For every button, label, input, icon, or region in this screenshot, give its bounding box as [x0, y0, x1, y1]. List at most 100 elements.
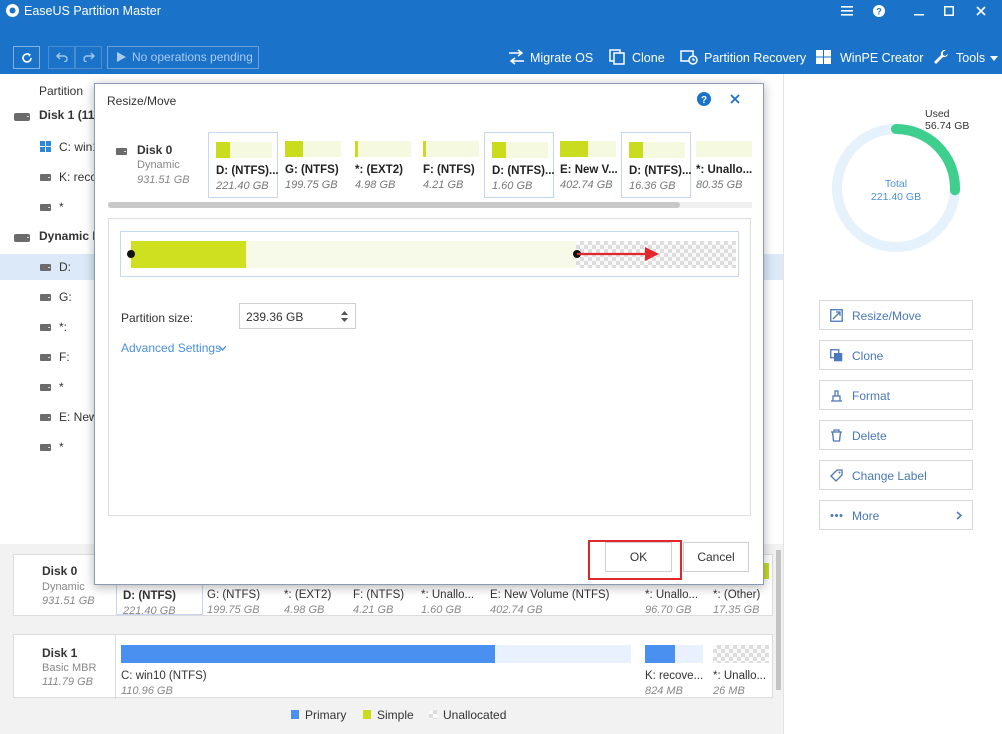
resize-slider-frame[interactable]: [120, 231, 739, 277]
tree-item-label: *: [59, 440, 64, 454]
partition-usage-fill: [423, 141, 426, 157]
resize-move-label: Resize/Move: [852, 309, 922, 323]
partition-usage-fill: [216, 142, 230, 158]
dialog-hscroll-thumb[interactable]: [108, 202, 680, 208]
resize-move-button[interactable]: Resize/Move: [819, 300, 973, 330]
undo-button[interactable]: [48, 46, 75, 69]
partition-label: D: (NTFS)...: [216, 165, 279, 177]
segment-label: F: (NTFS): [353, 589, 405, 601]
dialog-partition-card[interactable]: E: New V... 402.74 GB: [553, 132, 623, 198]
segment-label: E: New Volume (NTFS): [490, 589, 610, 601]
dialog-hscroll-track[interactable]: [108, 202, 752, 208]
partition-usage-bar: [629, 142, 685, 158]
partition-label: G: (NTFS): [285, 164, 339, 176]
trash-icon: [831, 429, 842, 442]
resize-move-dialog: Resize/Move ? Disk 0 Dynamic 931.51 GB D…: [94, 83, 764, 585]
winpe-creator-button[interactable]: WinPE Creator: [815, 48, 923, 68]
segment-size: 110.96 GB: [121, 685, 173, 697]
tree-item-label: K: reco: [59, 170, 98, 184]
partition-label: E: New V...: [560, 164, 618, 176]
ok-button[interactable]: OK: [605, 542, 672, 572]
used-label: Used: [925, 108, 950, 120]
minimize-icon[interactable]: [904, 0, 934, 22]
partition-size: 1.60 GB: [492, 180, 533, 192]
disk-map-segment[interactable]: [121, 645, 631, 663]
partition-usage-bar: [696, 141, 752, 157]
dialog-partition-card[interactable]: F: (NTFS) 4.21 GB: [416, 132, 486, 198]
segment-size: 1.60 GB: [421, 604, 462, 616]
dialog-partition-card[interactable]: *: (EXT2) 4.98 GB: [348, 132, 418, 198]
tree-item-label: *:: [59, 320, 68, 334]
apply-pending-button[interactable]: No operations pending: [107, 46, 259, 69]
dialog-partition-card[interactable]: D: (NTFS)... 1.60 GB: [484, 132, 555, 198]
clone-toolbar-button[interactable]: Clone: [609, 48, 665, 68]
drive-icon: [40, 204, 51, 211]
segment-label: K: recove...: [645, 670, 704, 682]
tree-item-label: D:: [59, 260, 71, 274]
migrate-os-button[interactable]: Migrate OS: [508, 48, 593, 68]
delete-button[interactable]: Delete: [819, 420, 973, 450]
clone-button[interactable]: Clone: [819, 340, 973, 370]
dialog-help-icon[interactable]: ?: [697, 92, 711, 106]
partition-label: D: (NTFS)...: [492, 165, 555, 177]
segment-size: 199.75 GB: [207, 604, 260, 616]
more-button[interactable]: More: [819, 500, 973, 530]
partition-size-input[interactable]: 239.36 GB: [239, 303, 356, 329]
resize-area: Partition size: 239.36 GB Advanced Setti…: [108, 218, 751, 516]
wrench-icon: [934, 50, 948, 64]
stepper-icon[interactable]: [341, 311, 348, 322]
chevron-down-icon: [219, 346, 226, 351]
legend-simple-swatch: [363, 710, 371, 719]
total-value: 221.40 GB: [870, 191, 922, 203]
partition-usage-fill: [629, 142, 643, 158]
refresh-icon: [21, 53, 32, 63]
change-label-button[interactable]: Change Label: [819, 460, 973, 490]
cancel-button[interactable]: Cancel: [683, 542, 749, 572]
close-icon[interactable]: [966, 0, 996, 22]
disk1-map[interactable]: Disk 1 Basic MBR 111.79 GB C: win10 (NTF…: [13, 634, 773, 699]
disk0-size: 931.51 GB: [42, 595, 95, 607]
tree-disk1-label: Disk 1 (11: [39, 108, 95, 122]
more-icon: [830, 514, 843, 517]
left-resize-handle[interactable]: [127, 250, 135, 258]
maximize-icon[interactable]: [934, 0, 964, 22]
partition-usage-fill: [355, 141, 358, 157]
menu-icon[interactable]: [832, 0, 862, 22]
redo-button[interactable]: [75, 46, 102, 69]
segment-label: D: (NTFS): [123, 590, 177, 602]
disk-map-segment[interactable]: [645, 645, 703, 663]
dialog-title: Resize/Move: [107, 94, 177, 108]
windows-icon: [816, 50, 831, 64]
delete-label: Delete: [852, 429, 887, 443]
segment-size: 17.35 GB: [713, 604, 760, 616]
total-label: Total: [884, 178, 908, 190]
format-button[interactable]: Format: [819, 380, 973, 410]
unallocated-segment[interactable]: [713, 645, 769, 663]
disk-map-scrollbar[interactable]: [776, 550, 781, 690]
redo-icon: [82, 52, 95, 63]
segment-label: *: Unallo...: [421, 589, 475, 601]
partition-label: *: (EXT2): [355, 164, 403, 176]
resize-icon: [830, 309, 843, 322]
drive-icon: [40, 264, 51, 271]
legend-primary: Primary: [305, 708, 347, 722]
windows-icon: [40, 141, 51, 152]
help-icon[interactable]: ?: [864, 0, 894, 22]
advanced-settings-link[interactable]: Advanced Settings: [121, 341, 231, 357]
partition-size-value: 239.36 GB: [246, 310, 304, 324]
dialog-disk-name: Disk 0: [137, 143, 173, 157]
pending-label: No operations pending: [132, 50, 253, 64]
dialog-partition-card[interactable]: D: (NTFS)... 16.36 GB: [621, 132, 692, 198]
refresh-button[interactable]: [13, 46, 40, 69]
partition-recovery-button[interactable]: Partition Recovery: [680, 48, 806, 68]
dialog-partition-card[interactable]: G: (NTFS) 199.75 GB: [278, 132, 348, 198]
partition-usage-fill: [285, 141, 303, 157]
segment-label: *: (EXT2): [284, 589, 332, 601]
dialog-close-icon[interactable]: [728, 92, 742, 106]
dialog-partition-card[interactable]: D: (NTFS)... 221.40 GB: [208, 132, 279, 198]
tools-button[interactable]: Tools: [933, 48, 999, 68]
drive-icon: [40, 294, 51, 301]
advanced-settings-label: Advanced Settings: [121, 341, 222, 355]
change-label-label: Change Label: [852, 469, 927, 483]
dialog-partition-card[interactable]: *: Unallo... 80.35 GB: [689, 132, 759, 198]
